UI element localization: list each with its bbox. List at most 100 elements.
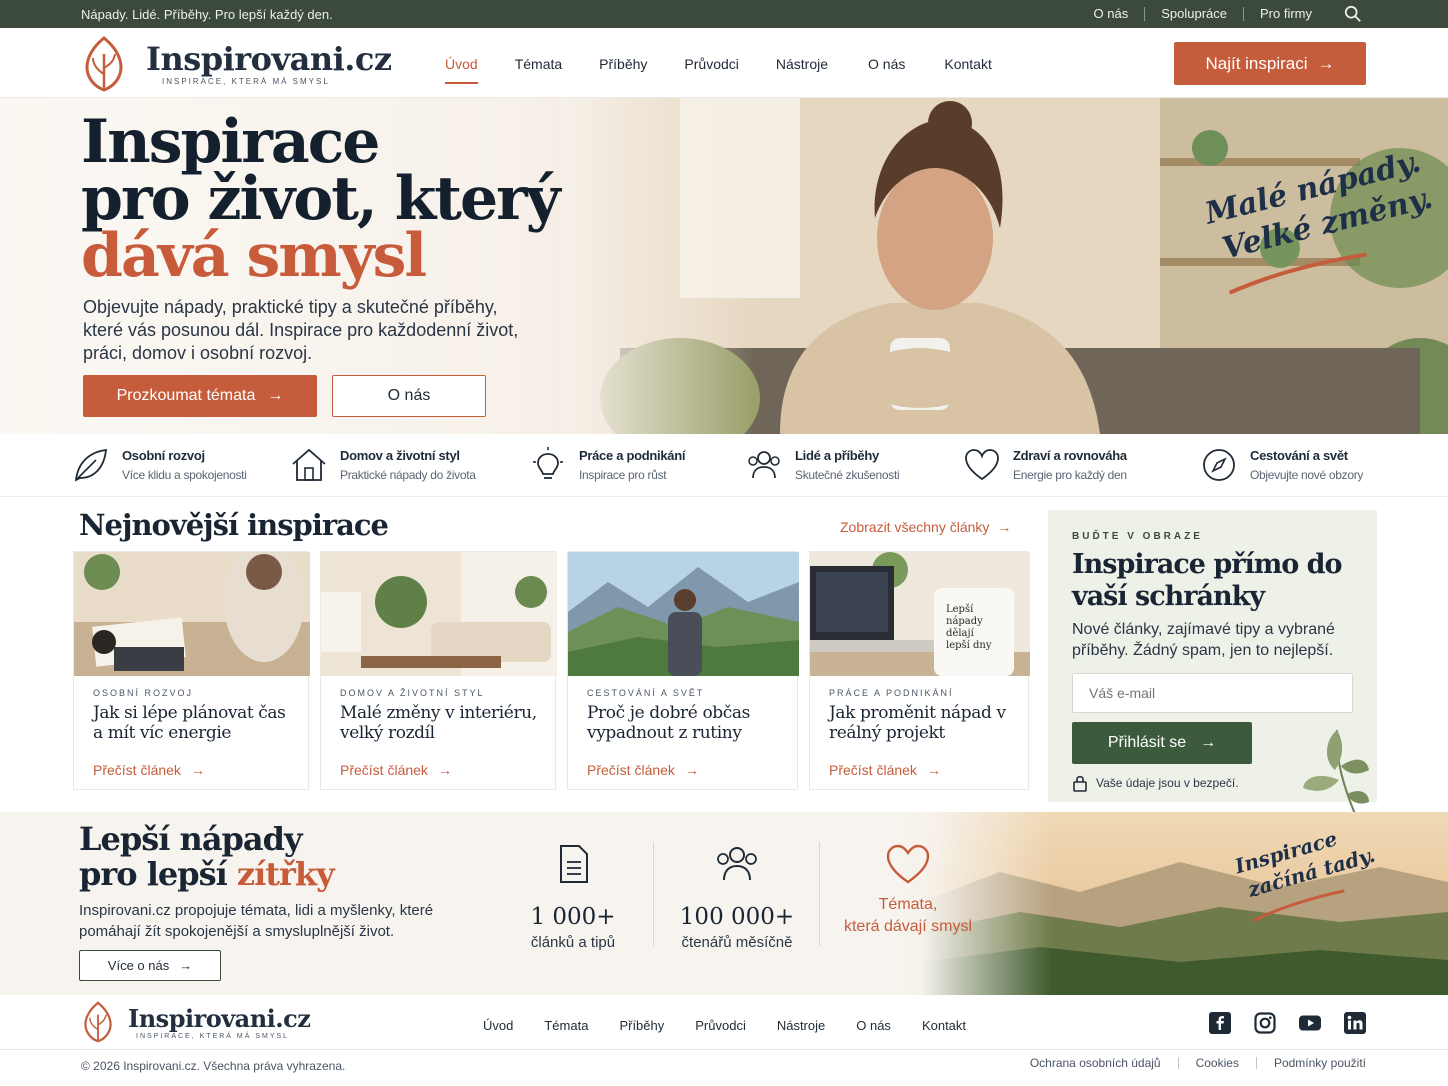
footer-logo-name[interactable]: Inspirovani.cz — [128, 1004, 311, 1033]
about-button[interactable]: O nás — [332, 375, 486, 417]
category-subtitle: Inspirace pro růst — [579, 468, 667, 482]
footer-nav-pribehy[interactable]: Příběhy — [619, 1018, 664, 1033]
footer-nav-nastroje[interactable]: Nástroje — [777, 1018, 825, 1033]
nav-pribehy[interactable]: Příběhy — [599, 56, 647, 72]
copyright: © 2026 Inspirovani.cz. Všechna práva vyh… — [81, 1059, 346, 1073]
footer-nav-uvod[interactable]: Úvod — [483, 1018, 513, 1033]
more-about-button[interactable]: Více o nás → — [79, 950, 221, 981]
footer-logo-tagline: INSPIRACE, KTERÁ MÁ SMYSL — [136, 1033, 290, 1040]
logo-leaf-icon[interactable] — [81, 999, 115, 1045]
lock-icon — [1073, 775, 1087, 792]
article-image-laptop-mug — [810, 552, 1030, 676]
search-icon[interactable] — [1344, 5, 1362, 23]
arrow-right-icon: → — [684, 762, 699, 778]
category-prace[interactable]: Práce a podnikání Inspirace pro růst — [529, 446, 729, 486]
nav-kontakt[interactable]: Kontakt — [944, 56, 991, 72]
article-image-mountains — [568, 552, 799, 676]
nav-o-nas[interactable]: O nás — [868, 56, 905, 72]
newsletter-title: Inspirace přímo do vaší schránky — [1072, 549, 1343, 612]
logo-name[interactable]: Inspirovani.cz — [146, 40, 392, 78]
site-header: Inspirovani.cz INSPIRACE, KTERÁ MÁ SMYSL… — [0, 28, 1448, 98]
footer-nav-pruvodci[interactable]: Průvodci — [695, 1018, 746, 1033]
stat-value: Témata, — [878, 896, 938, 913]
band-title-line2: pro lepší — [79, 855, 228, 893]
read-article-link[interactable]: Přečíst článek → — [829, 762, 941, 778]
leaf-branch-illustration — [1303, 729, 1369, 815]
category-strip: Osobní rozvoj Více klidu a spokojenosti … — [0, 434, 1448, 497]
newsletter-kicker: BUĎTE V OBRAZE — [1072, 531, 1203, 542]
read-article-link[interactable]: Přečíst článek → — [93, 762, 205, 778]
arrow-right-icon: → — [997, 519, 1012, 535]
read-article-link[interactable]: Přečíst článek → — [587, 762, 699, 778]
category-cestovani[interactable]: Cestování a svět Objevujte nové obzory — [1200, 446, 1400, 486]
category-zdravi[interactable]: Zdraví a rovnováha Energie pro každý den — [963, 446, 1163, 486]
article-title[interactable]: Malé změny v interiéru, velký rozdíl — [340, 703, 540, 743]
hero-title: Inspirace pro život, který dává smysl — [81, 112, 561, 286]
category-osobni-rozvoj[interactable]: Osobní rozvoj Více klidu a spokojenosti — [72, 446, 272, 486]
house-icon — [292, 448, 326, 481]
read-label: Přečíst článek — [340, 762, 428, 778]
category-subtitle: Praktické nápady do života — [340, 468, 476, 482]
footer-nav-kontakt[interactable]: Kontakt — [922, 1018, 966, 1033]
top-tagline: Nápady. Lidé. Příběhy. Pro lepší každý d… — [81, 7, 333, 22]
instagram-icon[interactable] — [1254, 1012, 1276, 1034]
mug-text: Lepší nápady dělají lepší dny — [946, 604, 992, 651]
arrow-right-icon: → — [437, 762, 452, 778]
category-lide[interactable]: Lidé a příběhy Skutečné zkušenosti — [745, 446, 945, 486]
stat-label: článků a tipů — [530, 934, 616, 951]
article-card[interactable]: CESTOVÁNÍ A SVĚT Proč je dobré občas vyp… — [567, 551, 799, 790]
band-text: Inspirovani.cz propojuje témata, lidi a … — [79, 902, 434, 940]
read-article-link[interactable]: Přečíst článek → — [340, 762, 452, 778]
article-card[interactable]: DOMOV A ŽIVOTNÍ STYL Malé změny v interi… — [320, 551, 557, 790]
nav-pruvodci[interactable]: Průvodci — [684, 56, 738, 72]
legal-privacy-link[interactable]: Ochrana osobních údajů — [1013, 1057, 1178, 1069]
stat-readers: 100 000+ čtenářů měsíčně — [657, 842, 817, 951]
top-link-pro-firmy[interactable]: Pro firmy — [1243, 7, 1328, 21]
youtube-icon[interactable] — [1299, 1012, 1321, 1034]
stat-articles: 1 000+ článků a tipů — [493, 842, 653, 951]
category-subtitle: Více klidu a spokojenosti — [122, 468, 247, 482]
footer-nav: Úvod Témata Příběhy Průvodci Nástroje O … — [483, 1018, 997, 1033]
band-title-line1: Lepší nápady — [79, 820, 303, 858]
article-card[interactable]: Lepší nápady dělají lepší dny PRÁCE A PO… — [809, 551, 1030, 790]
stat-value: 100 000+ — [679, 904, 795, 930]
see-all-articles-link[interactable]: Zobrazit všechny články → — [840, 519, 1011, 535]
facebook-icon[interactable] — [1209, 1012, 1231, 1034]
article-kicker: DOMOV A ŽIVOTNÍ STYL — [340, 688, 485, 698]
top-links: O nás Spolupráce Pro firmy — [1078, 7, 1328, 21]
article-card[interactable]: OSOBNÍ ROZVOJ Jak si lépe plánovat čas a… — [73, 551, 310, 790]
hero-lead: Objevujte nápady, praktické tipy a skute… — [83, 297, 519, 363]
article-title[interactable]: Proč je dobré občas vypadnout z rutiny — [587, 703, 787, 743]
category-domov[interactable]: Domov a životní styl Praktické nápady do… — [290, 446, 510, 486]
subscribe-button[interactable]: Přihlásit se → — [1072, 722, 1252, 764]
divider — [653, 842, 654, 946]
nav-temata[interactable]: Témata — [515, 56, 562, 72]
legal-cookies-link[interactable]: Cookies — [1177, 1057, 1256, 1069]
stat-topics: Témata, která dávají smysl — [828, 842, 988, 936]
category-title: Domov a životní styl — [340, 448, 460, 463]
subscribe-label: Přihlásit se — [1107, 734, 1187, 751]
stat-value: 1 000+ — [530, 904, 616, 930]
see-all-label: Zobrazit všechny články — [840, 519, 990, 535]
top-bar: Nápady. Lidé. Příběhy. Pro lepší každý d… — [0, 0, 1448, 28]
stat-label: která dávají smysl — [843, 918, 973, 935]
find-inspiration-button[interactable]: Najít inspiraci → — [1174, 42, 1366, 85]
linkedin-icon[interactable] — [1344, 1012, 1366, 1034]
compass-icon — [1203, 449, 1235, 481]
legal-terms-link[interactable]: Podmínky použití — [1255, 1057, 1366, 1069]
footer-nav-o-nas[interactable]: O nás — [856, 1018, 891, 1033]
email-field[interactable] — [1072, 673, 1353, 713]
top-link-spoluprace[interactable]: Spolupráce — [1144, 7, 1243, 21]
read-label: Přečíst článek — [587, 762, 675, 778]
logo-leaf-icon[interactable] — [81, 34, 127, 94]
article-image-planning — [74, 552, 310, 676]
article-image-interior — [321, 552, 557, 676]
top-link-o-nas[interactable]: O nás — [1078, 7, 1145, 21]
article-title[interactable]: Jak proměnit nápad v reálný projekt — [829, 703, 1029, 743]
article-title[interactable]: Jak si lépe plánovat čas a mít víc energ… — [93, 703, 293, 743]
footer-nav-temata[interactable]: Témata — [544, 1018, 588, 1033]
nav-uvod[interactable]: Úvod — [445, 56, 478, 84]
nav-nastroje[interactable]: Nástroje — [776, 56, 828, 72]
explore-topics-button[interactable]: Prozkoumat témata → — [83, 375, 317, 417]
category-subtitle: Energie pro každý den — [1013, 468, 1127, 482]
